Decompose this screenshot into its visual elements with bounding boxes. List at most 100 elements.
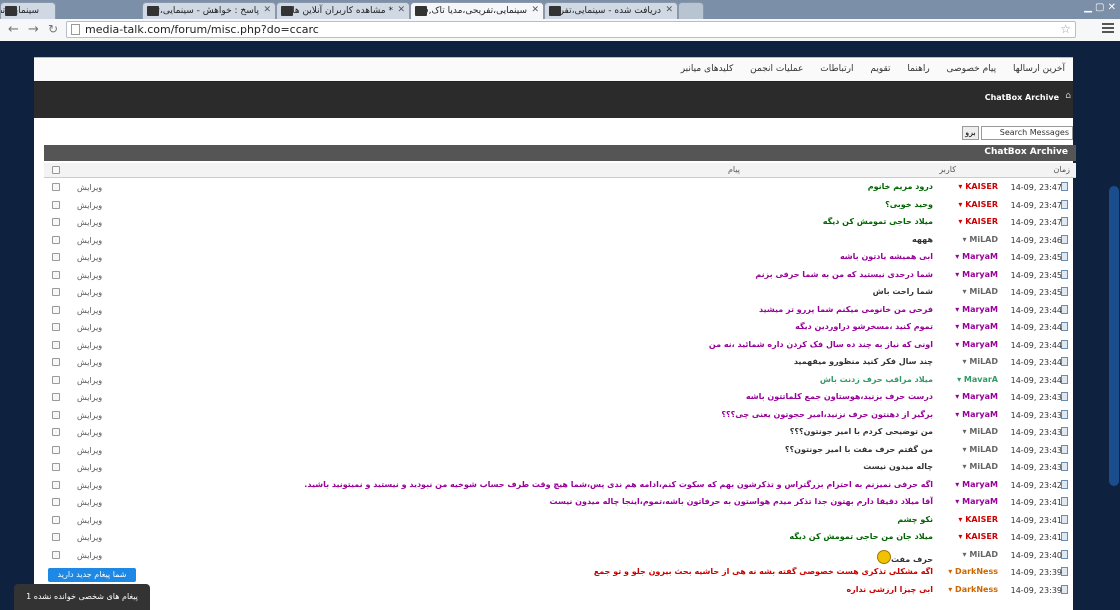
row-checkbox[interactable] bbox=[52, 393, 60, 401]
nav-link-help[interactable]: راهنما bbox=[907, 64, 929, 74]
menu-icon[interactable] bbox=[1102, 23, 1114, 35]
nav-link-calendar[interactable]: تقویم bbox=[870, 64, 890, 74]
user-menu-arrow-icon[interactable]: ▾ bbox=[963, 445, 967, 454]
user-menu-arrow-icon[interactable]: ▾ bbox=[958, 217, 962, 226]
user-menu-arrow-icon[interactable]: ▾ bbox=[955, 270, 959, 279]
home-icon[interactable]: ⌂ bbox=[1065, 91, 1071, 101]
nav-link-latest-posts[interactable]: آخرین ارسالها bbox=[1013, 64, 1065, 74]
user-menu-arrow-icon[interactable]: ▾ bbox=[957, 375, 961, 384]
message-user[interactable]: ▾ MaryaM bbox=[955, 305, 998, 314]
edit-link[interactable]: ویرایش bbox=[77, 358, 102, 367]
close-tab-icon[interactable]: ✕ bbox=[665, 5, 673, 15]
edit-link[interactable]: ویرایش bbox=[77, 411, 102, 420]
message-user[interactable]: ▾ DarkNess bbox=[948, 585, 998, 594]
user-menu-arrow-icon[interactable]: ▾ bbox=[958, 182, 962, 191]
message-user[interactable]: ▾ MaryaM bbox=[955, 322, 998, 331]
nav-link-private-messages[interactable]: پیام خصوصی bbox=[947, 64, 997, 74]
message-page-icon[interactable] bbox=[1061, 532, 1068, 541]
edit-link[interactable]: ویرایش bbox=[77, 288, 102, 297]
message-user[interactable]: ▾ MaryaM bbox=[955, 340, 998, 349]
message-user[interactable]: ▾ MavarA bbox=[957, 375, 998, 384]
scrollbar-thumb[interactable] bbox=[1109, 186, 1119, 486]
browser-tab[interactable]: پاسخ : خواهش - سینمایی،تفر ✕ bbox=[142, 2, 276, 19]
message-page-icon[interactable] bbox=[1061, 479, 1068, 489]
message-page-icon[interactable] bbox=[1061, 304, 1068, 314]
window-controls[interactable]: ▁ ▢ ✕ bbox=[1084, 2, 1116, 13]
message-user[interactable]: ▾ MiLAD bbox=[963, 357, 998, 366]
edit-link[interactable]: ویرایش bbox=[77, 236, 102, 245]
row-checkbox[interactable] bbox=[52, 218, 60, 226]
message-page-icon[interactable] bbox=[1061, 374, 1068, 384]
message-user[interactable]: ▾ DarkNess bbox=[948, 567, 998, 576]
edit-link[interactable]: ویرایش bbox=[77, 323, 102, 332]
select-all-checkbox[interactable] bbox=[52, 166, 60, 174]
message-page-icon[interactable] bbox=[1061, 462, 1068, 471]
row-checkbox[interactable] bbox=[52, 270, 60, 279]
row-checkbox[interactable] bbox=[52, 358, 60, 366]
edit-link[interactable]: ویرایش bbox=[77, 218, 102, 227]
message-page-icon[interactable] bbox=[1061, 357, 1068, 366]
user-menu-arrow-icon[interactable]: ▾ bbox=[955, 252, 959, 261]
message-page-icon[interactable] bbox=[1061, 199, 1068, 209]
bookmark-star-icon[interactable]: ☆ bbox=[1060, 22, 1071, 36]
message-page-icon[interactable] bbox=[1061, 549, 1068, 559]
breadcrumb[interactable]: ChatBox Archive bbox=[985, 93, 1059, 102]
nav-link-shortcuts[interactable]: کلیدهای میانبر bbox=[681, 64, 734, 74]
message-page-icon[interactable] bbox=[1061, 392, 1068, 401]
edit-link[interactable]: ویرایش bbox=[77, 533, 102, 542]
row-checkbox[interactable] bbox=[52, 550, 60, 559]
message-page-icon[interactable] bbox=[1061, 584, 1068, 594]
edit-link[interactable]: ویرایش bbox=[77, 393, 102, 402]
edit-link[interactable]: ویرایش bbox=[77, 516, 102, 525]
user-menu-arrow-icon[interactable]: ▾ bbox=[963, 550, 967, 559]
browser-tab[interactable]: سینمایی،تفریحی،مدیا تاک,ف bbox=[0, 2, 56, 19]
row-checkbox[interactable] bbox=[52, 498, 60, 506]
close-tab-icon[interactable]: ✕ bbox=[263, 5, 271, 15]
row-checkbox[interactable] bbox=[52, 288, 60, 296]
edit-link[interactable]: ویرایش bbox=[77, 253, 102, 262]
message-user[interactable]: ▾ MaryaM bbox=[955, 480, 998, 489]
user-menu-arrow-icon[interactable]: ▾ bbox=[963, 462, 967, 471]
message-user[interactable]: ▾ MiLAD bbox=[963, 445, 998, 454]
edit-link[interactable]: ویرایش bbox=[77, 498, 102, 507]
message-user[interactable]: ▾ MiLAD bbox=[963, 235, 998, 244]
user-menu-arrow-icon[interactable]: ▾ bbox=[955, 392, 959, 401]
unread-pm-box[interactable]: 1 پیغام های شخصی خوانده نشده bbox=[14, 584, 150, 610]
message-page-icon[interactable] bbox=[1061, 234, 1068, 244]
message-page-icon[interactable] bbox=[1061, 514, 1068, 524]
edit-link[interactable]: ویرایش bbox=[77, 481, 102, 490]
message-page-icon[interactable] bbox=[1061, 287, 1068, 296]
user-menu-arrow-icon[interactable]: ▾ bbox=[955, 305, 959, 314]
message-user[interactable]: ▾ MaryaM bbox=[955, 270, 998, 279]
back-arrow-icon[interactable]: ← bbox=[8, 22, 19, 37]
user-menu-arrow-icon[interactable]: ▾ bbox=[948, 585, 952, 594]
row-checkbox[interactable] bbox=[52, 445, 60, 454]
edit-link[interactable]: ویرایش bbox=[77, 341, 102, 350]
browser-tab[interactable]: دریافت شده - سینمایی،تفریح ✕ bbox=[544, 2, 678, 19]
message-page-icon[interactable] bbox=[1061, 252, 1068, 261]
edit-link[interactable]: ویرایش bbox=[77, 183, 102, 192]
search-go-button[interactable]: برو bbox=[962, 126, 979, 140]
new-tab-button[interactable] bbox=[678, 2, 704, 19]
page-scrollbar[interactable] bbox=[1101, 41, 1120, 610]
message-user[interactable]: ▾ MiLAD bbox=[963, 462, 998, 471]
user-menu-arrow-icon[interactable]: ▾ bbox=[955, 340, 959, 349]
row-checkbox[interactable] bbox=[52, 428, 60, 436]
edit-link[interactable]: ویرایش bbox=[77, 306, 102, 315]
new-message-notification[interactable]: شما پیغام جدید دارید bbox=[48, 568, 136, 582]
user-menu-arrow-icon[interactable]: ▾ bbox=[955, 410, 959, 419]
message-page-icon[interactable] bbox=[1061, 444, 1068, 454]
message-user[interactable]: ▾ KAISER bbox=[958, 217, 998, 226]
row-checkbox[interactable] bbox=[52, 463, 60, 471]
user-menu-arrow-icon[interactable]: ▾ bbox=[963, 287, 967, 296]
user-menu-arrow-icon[interactable]: ▾ bbox=[955, 480, 959, 489]
row-checkbox[interactable] bbox=[52, 305, 60, 314]
row-checkbox[interactable] bbox=[52, 375, 60, 384]
edit-link[interactable]: ویرایش bbox=[77, 446, 102, 455]
user-menu-arrow-icon[interactable]: ▾ bbox=[963, 235, 967, 244]
message-user[interactable]: ▾ MiLAD bbox=[963, 287, 998, 296]
row-checkbox[interactable] bbox=[52, 340, 60, 349]
row-checkbox[interactable] bbox=[52, 235, 60, 244]
user-menu-arrow-icon[interactable]: ▾ bbox=[948, 567, 952, 576]
user-menu-arrow-icon[interactable]: ▾ bbox=[955, 322, 959, 331]
